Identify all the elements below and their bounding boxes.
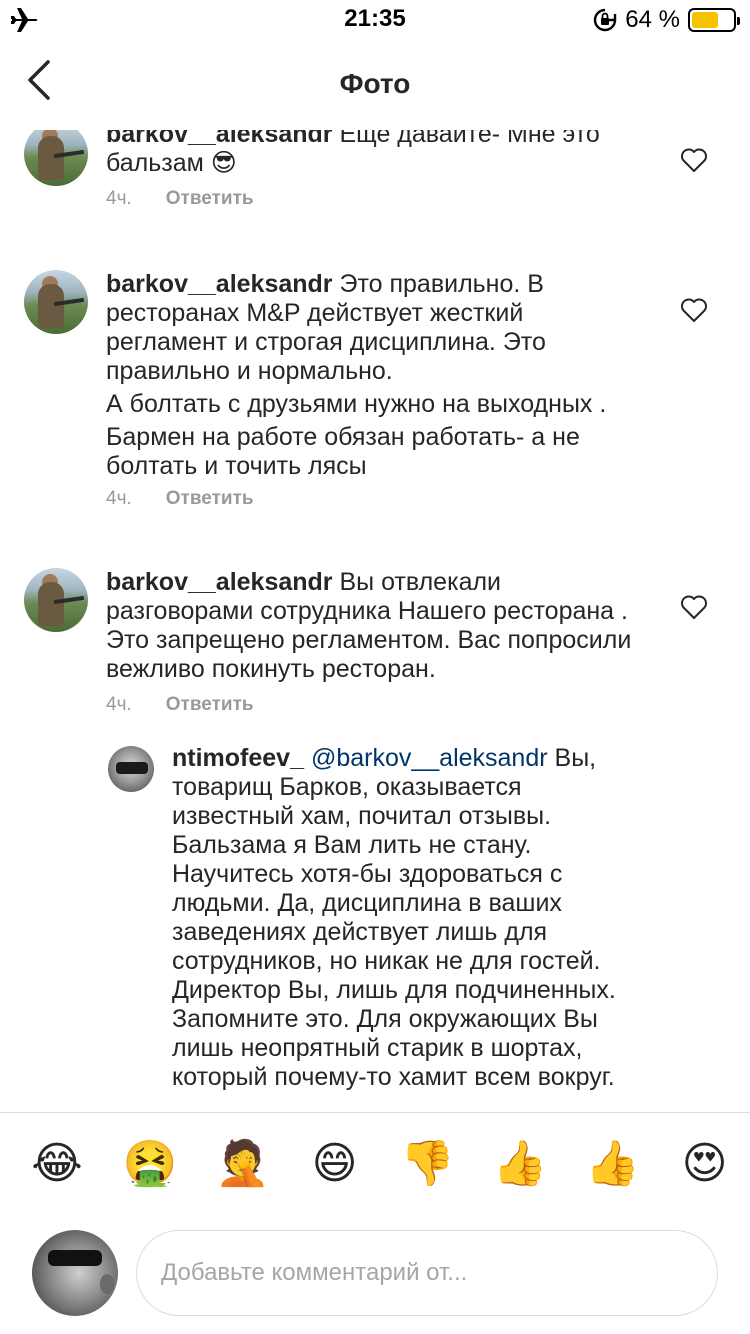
- comment-username[interactable]: ntimofeev_: [172, 744, 304, 772]
- reply-button[interactable]: Ответить: [166, 488, 254, 510]
- reply-item: ntimofeev_ @barkov__aleksandr Вы, товари…: [0, 742, 750, 1112]
- thumbs-up-medium-emoji[interactable]: 👍: [585, 1137, 640, 1191]
- reply-button[interactable]: Ответить: [166, 694, 254, 716]
- avatar[interactable]: [24, 270, 88, 334]
- comment-meta: 4ч. Ответить: [106, 188, 254, 210]
- like-heart-icon[interactable]: [680, 594, 708, 620]
- rotation-lock-icon: [594, 8, 617, 32]
- comment-body: barkov__aleksandr Еще давайте- Мне это б…: [106, 130, 626, 178]
- page-title: Фото: [339, 68, 411, 99]
- nav-bar: Фото: [0, 40, 750, 130]
- like-heart-icon[interactable]: [680, 147, 708, 173]
- joy-emoji[interactable]: 😂: [30, 1137, 84, 1191]
- battery-level: [692, 12, 718, 28]
- avatar: [32, 1230, 118, 1316]
- comment-item: barkov__aleksandr Еще давайте- Мне это б…: [0, 130, 750, 234]
- avatar[interactable]: [24, 130, 88, 186]
- comment-list: barkov__aleksandr Еще давайте- Мне это б…: [0, 130, 750, 1112]
- thumbs-down-emoji[interactable]: 👎: [400, 1137, 455, 1191]
- comment-item: barkov__aleksandr Это правильно. В ресто…: [0, 264, 750, 524]
- emoji-bar: 😂 🤮 🤦 😄 👎 👍 👍 😍: [0, 1137, 750, 1201]
- avatar[interactable]: [24, 568, 88, 632]
- comment-body: ntimofeev_ @barkov__aleksandr Вы, товари…: [172, 744, 622, 1092]
- comment-text: А болтать с друзьями нужно на выходных .: [106, 390, 607, 418]
- comment-body: barkov__aleksandr Это правильно. В ресто…: [106, 270, 626, 481]
- comment-username[interactable]: barkov__aleksandr: [106, 130, 333, 148]
- comment-body: barkov__aleksandr Вы отвлекали разговора…: [106, 568, 646, 684]
- comment-text: Вы, товарищ Барков, оказывается известны…: [172, 744, 616, 1091]
- comment-item: barkov__aleksandr Вы отвлекали разговора…: [0, 564, 750, 724]
- comment-time: 4ч.: [106, 188, 132, 209]
- heart-eyes-emoji[interactable]: 😍: [678, 1137, 732, 1191]
- battery-percent: 64 %: [625, 6, 680, 33]
- battery-icon: [688, 8, 740, 32]
- comment-composer: [0, 1226, 750, 1326]
- comment-username[interactable]: barkov__aleksandr: [106, 568, 333, 596]
- like-heart-icon[interactable]: [680, 297, 708, 323]
- comment-username[interactable]: barkov__aleksandr: [106, 270, 333, 298]
- reply-button[interactable]: Ответить: [166, 188, 254, 210]
- thumbs-up-light-emoji[interactable]: 👍: [493, 1137, 548, 1191]
- comment-text: Бармен на работе обязан работать- а не б…: [106, 423, 580, 480]
- status-bar: 21:35 64 %: [0, 0, 750, 40]
- vomiting-emoji[interactable]: 🤮: [123, 1137, 178, 1191]
- divider: [0, 1112, 750, 1113]
- comment-meta: 4ч. Ответить: [106, 488, 254, 510]
- comment-input[interactable]: [136, 1230, 718, 1316]
- mention-link[interactable]: @barkov__aleksandr: [311, 744, 548, 772]
- facepalm-emoji[interactable]: 🤦: [215, 1137, 270, 1191]
- grinning-emoji[interactable]: 😄: [308, 1137, 362, 1191]
- comment-time: 4ч.: [106, 694, 132, 715]
- comment-time: 4ч.: [106, 488, 132, 509]
- avatar[interactable]: [108, 746, 154, 792]
- comment-meta: 4ч. Ответить: [106, 694, 254, 716]
